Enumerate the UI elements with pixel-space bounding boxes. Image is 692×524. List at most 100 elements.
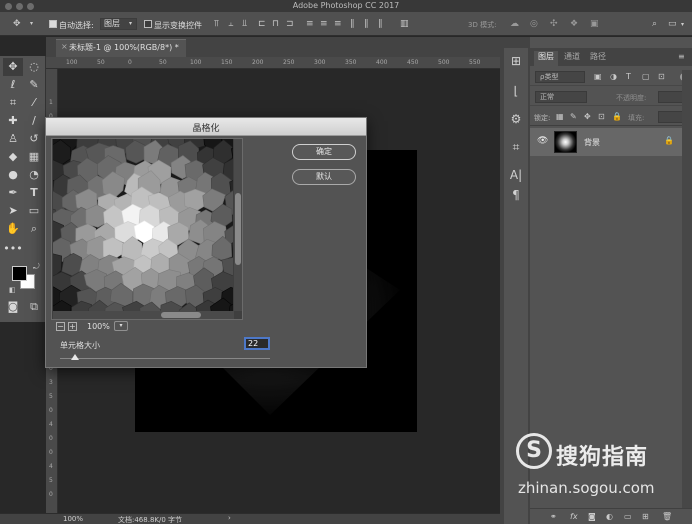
eraser-icon[interactable]: ◆ [3,148,23,166]
history-brush-icon[interactable]: ↺ [24,130,44,148]
history-icon[interactable]: ⌊ [504,84,528,98]
distribute-top-icon[interactable]: ≡ [306,18,314,30]
workspace-icon[interactable]: ▭ [668,18,677,30]
lock-artboard-icon[interactable]: ⊡ [598,111,605,123]
pan-3d-icon[interactable]: ✣ [550,18,558,30]
align-right-icon[interactable]: ⊐ [286,18,294,30]
dialog-title-bar[interactable]: 晶格化 [46,118,366,136]
filter-adjustment-icon[interactable]: ◑ [610,71,617,83]
preview-horizontal-scrollbar[interactable] [53,311,234,319]
tab-paths[interactable]: 路径 [586,51,610,66]
filter-type-icon[interactable]: T [626,71,631,83]
status-zoom[interactable]: 100% [63,515,83,523]
lock-all-icon[interactable]: 🔒 [612,111,622,123]
auto-select-checkbox[interactable] [49,20,57,28]
character-icon[interactable]: A| [504,168,528,182]
close-tab-icon[interactable]: × [61,42,68,51]
preview-vertical-scroll-thumb[interactable] [235,193,241,265]
lock-transparent-icon[interactable]: ▦ [556,111,564,123]
status-arrow-icon[interactable]: › [228,514,231,522]
zoom-icon[interactable]: ⌕ [24,220,44,238]
align-hcenter-icon[interactable]: ⊓ [272,18,279,30]
move-tool-icon[interactable]: ✥ [13,18,21,30]
properties-icon[interactable]: ⚙ [504,112,528,126]
panel-menu-icon[interactable]: ≡ [678,52,685,61]
type-icon[interactable]: T [24,184,44,202]
visibility-eye-icon[interactable]: 👁 [537,136,548,146]
slide-3d-icon[interactable]: ❖ [570,18,578,30]
pen-icon[interactable]: ✒ [3,184,23,202]
swap-colors-icon[interactable]: ⤾ [33,262,40,272]
zoom-out-button[interactable]: − [56,322,65,331]
delete-layer-icon[interactable]: 🗑 [662,511,672,523]
zoom-dropdown[interactable]: ▾ [114,321,128,331]
move-icon[interactable]: ✥ [3,58,23,76]
crop-icon[interactable]: ⌗ [3,94,23,112]
preview-horizontal-scroll-thumb[interactable] [161,312,201,318]
adjustments-icon[interactable]: ⌗ [504,140,528,155]
align-left-icon[interactable]: ⊏ [258,18,266,30]
filter-smart-icon[interactable]: ⊡ [658,71,665,83]
chevron-down-icon[interactable]: ▾ [681,21,684,28]
new-adjustment-icon[interactable]: ◐ [606,511,613,523]
cell-size-input[interactable] [244,337,270,350]
rectangle-icon[interactable]: ▭ [24,202,44,220]
panel-scrollbar[interactable] [682,70,692,508]
filter-shape-icon[interactable]: ▢ [642,71,650,83]
roll-3d-icon[interactable]: ◎ [530,18,538,30]
new-group-icon[interactable]: ▭ [624,511,632,523]
quick-select-icon[interactable]: ✎ [24,76,44,94]
zoom-in-button[interactable]: + [68,322,77,331]
align-top-icon[interactable]: ⫪ [214,18,219,30]
blur-icon[interactable]: ● [3,166,23,184]
lock-pixels-icon[interactable]: ✎ [570,111,577,123]
more-tools-icon[interactable]: ••• [3,240,23,258]
default-button[interactable]: 默认 [292,169,356,185]
auto-select-dropdown[interactable]: 图层 ▾ [100,18,137,30]
filter-pixel-icon[interactable]: ▣ [594,71,602,83]
foreground-color-swatch[interactable] [12,266,27,281]
ok-button[interactable]: 确定 [292,144,356,160]
gradient-icon[interactable]: ▦ [24,148,44,166]
screen-mode-icon[interactable]: ⧉ [24,298,44,316]
quick-mask-icon[interactable]: ◙ [3,298,23,316]
add-mask-icon[interactable]: ◙ [588,511,596,523]
distribute-left-icon[interactable]: ∥ [350,18,355,30]
distribute-vcenter-icon[interactable]: ≡ [320,18,328,30]
marquee-icon[interactable]: ◌ [24,58,44,76]
default-colors-icon[interactable]: ◧ [9,286,16,294]
tab-channels[interactable]: 通道 [560,51,584,66]
libraries-icon[interactable]: ⊞ [504,54,528,68]
fx-icon[interactable]: fx [570,512,578,521]
cell-size-slider-thumb[interactable] [70,354,79,360]
link-layers-icon[interactable]: ⚭ [550,511,557,523]
lasso-icon[interactable]: ℓ [3,76,23,94]
hand-icon[interactable]: ✋ [3,220,23,238]
tab-layers[interactable]: 图层 [534,51,558,66]
blend-mode-dropdown[interactable]: 正常 [535,91,587,103]
eyedropper-icon[interactable]: ⁄ [24,94,44,112]
distribute-right-icon[interactable]: ∥ [378,18,383,30]
lock-position-icon[interactable]: ✥ [584,111,591,123]
filter-kind-dropdown[interactable]: ρ类型 [535,71,585,83]
paragraph-icon[interactable]: ¶ [504,188,528,202]
align-vcenter-icon[interactable]: ⫠ [228,18,233,30]
dodge-icon[interactable]: ◔ [24,166,44,184]
preview-image[interactable] [53,139,233,311]
orbit-3d-icon[interactable]: ☁ [510,18,519,30]
show-transform-checkbox[interactable] [144,20,152,28]
distribute-bottom-icon[interactable]: ≡ [334,18,342,30]
search-icon[interactable]: ⌕ [652,18,657,30]
stamp-icon[interactable]: ♙ [3,130,23,148]
scale-3d-icon[interactable]: ▣ [590,18,599,30]
auto-align-icon[interactable]: ▥ [400,18,409,30]
layer-row-background[interactable]: 👁 背景 🔒 [530,128,682,156]
align-bottom-icon[interactable]: ⫫ [242,18,247,30]
chevron-down-icon[interactable]: ▾ [30,18,33,30]
healing-icon[interactable]: ✚ [3,112,23,130]
new-layer-icon[interactable]: ⊞ [642,511,649,523]
path-select-icon[interactable]: ➤ [3,202,23,220]
cell-size-slider-track[interactable] [60,358,270,359]
brush-icon[interactable]: / [24,112,44,130]
distribute-hcenter-icon[interactable]: ∥ [364,18,369,30]
